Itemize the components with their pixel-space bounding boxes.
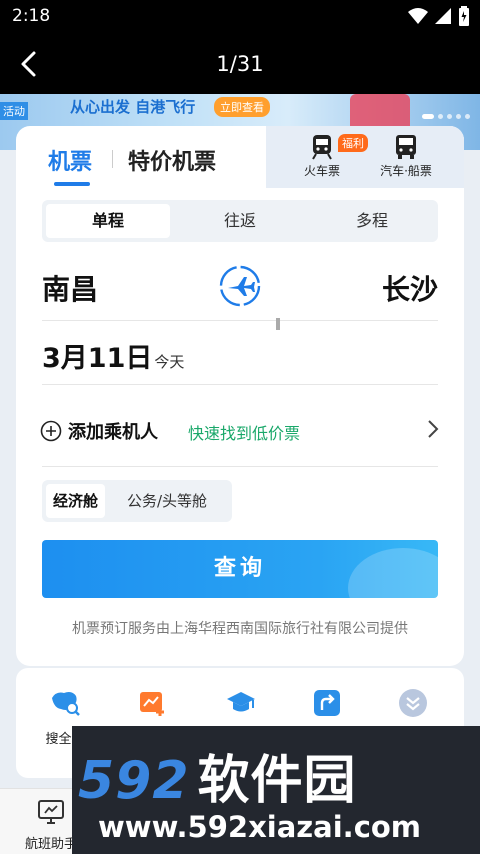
route-arrow-icon (314, 690, 340, 716)
scroll-mark (276, 318, 280, 330)
search-button-label: 查询 (213, 556, 266, 581)
booking-card: 机票 特价机票 火车票 福利 汽车·船票 单程 往返 多程 南昌 长沙 3月11… (16, 126, 464, 666)
cabin-business-first[interactable]: 公务/头等舱 (120, 484, 214, 518)
service-more[interactable] (378, 688, 448, 722)
status-bar: 2:18 (0, 0, 480, 34)
add-passenger-label: 添加乘机人 (68, 422, 158, 443)
watermark-brand-number: 592 (78, 751, 190, 811)
watermark-brand-text: 软件园 (197, 751, 357, 811)
page-counter: 1/31 (216, 52, 264, 76)
departure-city[interactable]: 南昌 (42, 268, 98, 308)
booking-tabs: 机票 特价机票 火车票 福利 汽车·船票 (16, 126, 464, 188)
search-button[interactable]: 查询 (42, 540, 438, 598)
tab-divider (112, 150, 113, 168)
china-map-search-icon (52, 692, 80, 716)
student-cap-icon (227, 692, 255, 712)
divider (42, 384, 438, 385)
tab-special-flights[interactable]: 特价机票 (128, 144, 216, 176)
trip-one-way[interactable]: 单程 (46, 204, 170, 238)
service-student[interactable] (206, 688, 276, 722)
service-price-trend[interactable] (118, 688, 188, 722)
date-main: 3月11日 (42, 343, 153, 374)
banner-cta-button[interactable]: 立即查看 (214, 97, 270, 117)
trip-type-selector: 单程 往返 多程 (42, 200, 438, 242)
monitor-icon (38, 800, 64, 824)
train-icon (312, 135, 332, 160)
provider-note: 机票预订服务由上海华程西南国际旅行社有限公司提供 (72, 621, 408, 637)
status-icons (408, 6, 470, 26)
cabin-economy[interactable]: 经济舱 (46, 484, 106, 518)
bus-icon (396, 135, 416, 159)
watermark-overlay: 592 软件园 www.592xiazai.com (72, 726, 480, 854)
departure-date[interactable]: 3月11日 今天 (42, 336, 184, 380)
tab-active-indicator (54, 182, 90, 186)
trip-round-trip[interactable]: 往返 (178, 204, 302, 238)
divider (42, 320, 438, 321)
watermark-brand: 592 软件园 (78, 738, 357, 813)
watermark-url: www.592xiazai.com (98, 810, 422, 844)
trip-multi-city[interactable]: 多程 (310, 204, 434, 238)
cabin-class-selector: 经济舱 公务/头等舱 (42, 480, 232, 522)
divider (42, 466, 438, 467)
date-sub: 今天 (154, 353, 185, 371)
banner-text: 从心出发 自港飞行 (70, 98, 196, 116)
price-trend-icon (140, 692, 164, 716)
plus-circle-icon (40, 420, 62, 442)
route-row: 南昌 长沙 (42, 260, 438, 316)
chevron-right-icon (428, 420, 439, 438)
plane-swap-icon (219, 265, 261, 307)
tab-bus-ship-label: 汽车·船票 (380, 164, 432, 178)
tab-bus-ship[interactable]: 汽车·船票 (366, 134, 446, 179)
battery-icon (459, 6, 469, 26)
arrival-city[interactable]: 长沙 (382, 268, 438, 308)
banner-pagination (422, 114, 470, 119)
expand-more-icon (399, 689, 427, 717)
wifi-icon (408, 8, 428, 24)
low-fare-link[interactable]: 快速找到低价票 (188, 420, 300, 444)
tab-flights[interactable]: 机票 (48, 144, 92, 176)
tab-train-label: 火车票 (303, 164, 340, 178)
swap-cities-button[interactable] (218, 264, 262, 308)
welfare-badge: 福利 (338, 134, 368, 152)
image-viewer-header: 1/31 (0, 34, 480, 94)
button-gloss (348, 548, 438, 598)
signal-icon (435, 8, 451, 24)
banner-tag: 活动 (0, 102, 28, 120)
add-passenger-row[interactable]: 添加乘机人 快速找到低价票 (40, 412, 440, 448)
status-time: 2:18 (12, 6, 51, 26)
service-route[interactable] (292, 688, 362, 722)
